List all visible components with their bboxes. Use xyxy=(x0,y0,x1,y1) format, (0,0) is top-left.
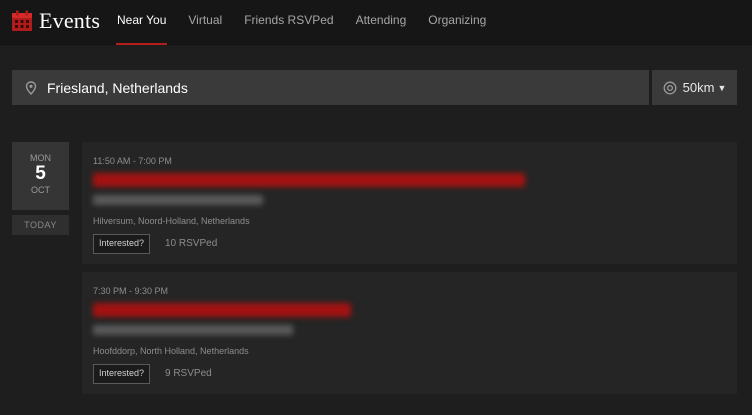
event-time: 7:30 PM - 9:30 PM xyxy=(93,286,169,296)
top-nav-bar: Events Near You Virtual Friends RSVPed A… xyxy=(0,0,752,45)
tab-near-you[interactable]: Near You xyxy=(106,0,177,45)
event-host-redacted xyxy=(93,195,263,205)
radius-value: 50km xyxy=(682,80,715,95)
location-value: Friesland, Netherlands xyxy=(47,79,188,96)
event-time: 11:50 AM - 7:00 PM xyxy=(93,156,172,166)
date-weekday: MON xyxy=(30,153,51,163)
event-card[interactable]: 7:30 PM - 9:30 PM Hoofddorp, North Holla… xyxy=(82,272,737,394)
tab-organizing[interactable]: Organizing xyxy=(417,0,497,44)
rsvp-count: 10 RSVPed xyxy=(165,238,218,249)
events-tabs: Near You Virtual Friends RSVPed Attendin… xyxy=(106,0,497,45)
page-title: Events xyxy=(39,8,101,33)
date-day: 5 xyxy=(35,163,46,184)
chevron-down-icon: ▼ xyxy=(717,82,727,93)
rsvp-count: 9 RSVPed xyxy=(165,368,212,379)
event-title-redacted[interactable] xyxy=(93,303,351,317)
target-icon xyxy=(663,81,677,94)
event-host-redacted xyxy=(93,325,293,335)
date-month: OCT xyxy=(31,185,50,195)
event-title-redacted[interactable] xyxy=(93,173,525,187)
interested-button[interactable]: Interested? xyxy=(93,234,151,254)
tab-friends-rsvped[interactable]: Friends RSVPed xyxy=(233,0,344,44)
event-location: Hilversum, Noord-Holland, Netherlands xyxy=(93,216,250,226)
tab-attending[interactable]: Attending xyxy=(345,0,418,44)
today-label: TODAY xyxy=(12,215,69,235)
event-card[interactable]: 11:50 AM - 7:00 PM Hilversum, Noord-Holl… xyxy=(82,142,737,264)
map-pin-icon xyxy=(25,80,37,95)
interested-button[interactable]: Interested? xyxy=(93,364,151,384)
radius-dropdown[interactable]: 50km ▼ xyxy=(652,70,737,105)
event-location: Hoofddorp, North Holland, Netherlands xyxy=(93,346,249,356)
date-block: MON 5 OCT xyxy=(12,142,69,210)
location-search-input[interactable]: Friesland, Netherlands xyxy=(12,70,649,105)
calendar-icon xyxy=(12,10,32,31)
brand[interactable]: Events xyxy=(11,6,100,36)
tab-virtual[interactable]: Virtual xyxy=(177,0,233,44)
